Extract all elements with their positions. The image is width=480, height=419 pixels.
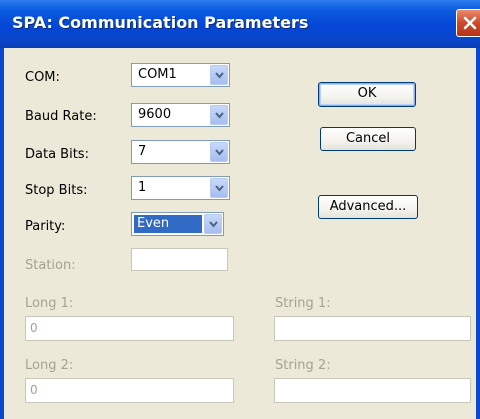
parity-value: Even bbox=[137, 216, 170, 231]
station-label: Station: bbox=[25, 258, 76, 273]
dialog-window: SPA: Communication Parameters COM: COM1 … bbox=[0, 0, 480, 419]
long1-field[interactable]: 0 bbox=[25, 316, 234, 341]
long2-label: Long 2: bbox=[25, 358, 74, 373]
baud-rate-select[interactable]: 9600 bbox=[131, 103, 230, 127]
data-bits-dropdown-button[interactable] bbox=[210, 142, 228, 162]
com-select[interactable]: COM1 bbox=[131, 63, 230, 87]
window-border-right bbox=[476, 48, 480, 419]
window-title: SPA: Communication Parameters bbox=[12, 13, 309, 32]
stop-bits-dropdown-button[interactable] bbox=[210, 178, 228, 198]
string1-field[interactable] bbox=[274, 316, 471, 341]
parity-label: Parity: bbox=[25, 219, 66, 234]
stop-bits-select[interactable]: 1 bbox=[131, 176, 230, 200]
com-value: COM1 bbox=[138, 67, 177, 82]
string2-label: String 2: bbox=[275, 358, 331, 373]
baud-rate-label: Baud Rate: bbox=[25, 109, 97, 124]
long1-label: Long 1: bbox=[25, 296, 74, 311]
parity-select[interactable]: Even bbox=[131, 212, 224, 236]
data-bits-value: 7 bbox=[138, 144, 147, 159]
long1-value: 0 bbox=[30, 321, 38, 335]
stop-bits-label: Stop Bits: bbox=[25, 183, 88, 198]
close-button[interactable] bbox=[456, 9, 480, 37]
com-dropdown-button[interactable] bbox=[210, 65, 228, 85]
advanced-button[interactable]: Advanced... bbox=[318, 195, 418, 219]
window-border-left bbox=[0, 48, 4, 419]
baud-rate-dropdown-button[interactable] bbox=[210, 105, 228, 125]
station-field[interactable] bbox=[131, 248, 228, 271]
stop-bits-value: 1 bbox=[138, 180, 147, 195]
cancel-button[interactable]: Cancel bbox=[320, 127, 416, 151]
com-label: COM: bbox=[25, 70, 60, 85]
ok-button[interactable]: OK bbox=[318, 82, 416, 107]
baud-rate-value: 9600 bbox=[138, 107, 172, 122]
data-bits-label: Data Bits: bbox=[25, 147, 89, 162]
parity-dropdown-button[interactable] bbox=[204, 214, 222, 234]
string1-label: String 1: bbox=[275, 296, 331, 311]
string2-field[interactable] bbox=[274, 378, 471, 403]
title-bar[interactable]: SPA: Communication Parameters bbox=[0, 0, 480, 48]
long2-value: 0 bbox=[30, 383, 38, 397]
long2-field[interactable]: 0 bbox=[25, 378, 234, 403]
data-bits-select[interactable]: 7 bbox=[131, 140, 230, 164]
